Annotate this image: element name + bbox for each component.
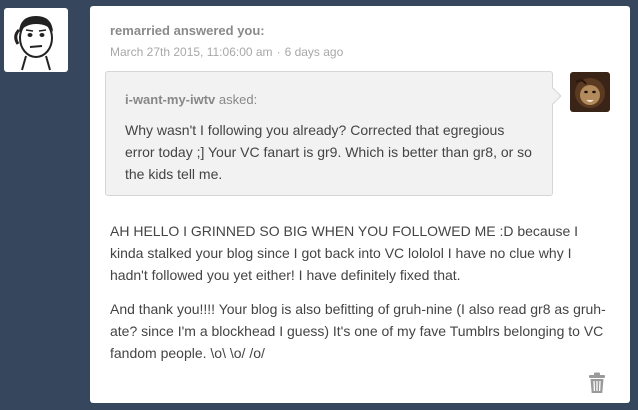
- post-date[interactable]: March 27th 2015, 11:06:00 am: [110, 45, 273, 59]
- asker-name-link[interactable]: i-want-my-iwtv: [125, 92, 215, 107]
- answer-paragraph: And thank you!!!! Your blog is also befi…: [110, 301, 606, 361]
- question-text: Why wasn't I following you already? Corr…: [125, 122, 532, 182]
- asker-line: i-want-my-iwtv asked:: [125, 92, 257, 107]
- post-header: remarried answered you:: [110, 23, 265, 38]
- post-action-label: answered you:: [173, 23, 265, 38]
- asked-label: asked:: [218, 92, 258, 107]
- answer-body: AH HELLO I GRINNED SO BIG WHEN YOU FOLLO…: [110, 220, 610, 376]
- delete-button[interactable]: [587, 372, 607, 394]
- post-relative-time: 6 days ago: [284, 45, 344, 59]
- meta-separator: ·: [276, 45, 281, 59]
- author-avatar[interactable]: [4, 8, 68, 72]
- lion-avatar-icon: [570, 72, 610, 112]
- author-name-link[interactable]: remarried: [110, 23, 170, 38]
- face-avatar-icon: [14, 16, 53, 71]
- question-bubble: i-want-my-iwtv asked: Why wasn't I follo…: [105, 71, 553, 196]
- answer-paragraph: AH HELLO I GRINNED SO BIG WHEN YOU FOLLO…: [110, 223, 579, 283]
- trash-icon: [589, 372, 605, 393]
- asker-avatar[interactable]: [570, 72, 610, 112]
- answer-post-card: remarried answered you: March 27th 2015,…: [90, 6, 630, 403]
- post-meta: March 27th 2015, 11:06:00 am · 6 days ago: [110, 45, 343, 59]
